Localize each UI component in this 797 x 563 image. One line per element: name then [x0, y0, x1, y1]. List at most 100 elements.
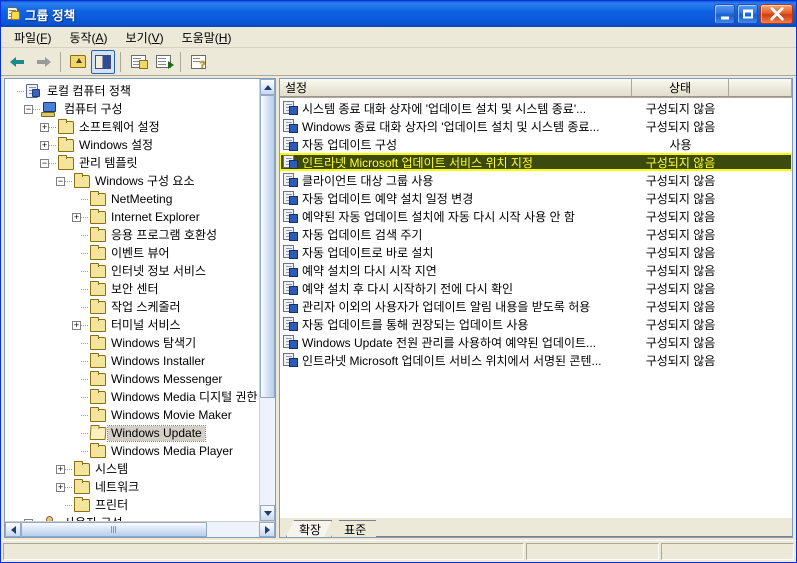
column-header-state[interactable]: 상태: [632, 79, 729, 97]
tree-item[interactable]: Windows Media 디지털 권한: [8, 388, 259, 406]
tree-item[interactable]: + 터미널 서비스: [8, 316, 259, 334]
expand-icon[interactable]: +: [72, 212, 81, 222]
policy-setting-icon: [283, 334, 299, 350]
tree-item[interactable]: Windows 탐색기: [8, 334, 259, 352]
tree-vertical-scrollbar[interactable]: [259, 79, 275, 521]
scroll-down-button[interactable]: [260, 505, 275, 521]
tree-item[interactable]: + 네트워크: [8, 478, 259, 496]
table-row[interactable]: 자동 업데이트를 통해 권장되는 업데이트 사용 구성되지 않음: [280, 315, 792, 333]
tree-item[interactable]: − 컴퓨터 구성: [8, 100, 259, 118]
table-row-selected[interactable]: 인트라넷 Microsoft 업데이트 서비스 위치 지정 구성되지 않음: [280, 153, 792, 171]
tree-item[interactable]: 응용 프로그램 호환성: [8, 226, 259, 244]
show-hide-tree-button[interactable]: [91, 49, 115, 74]
tree-item[interactable]: 프린터: [8, 496, 259, 514]
tree-item[interactable]: + Internet Explorer: [8, 208, 259, 226]
tree-item[interactable]: 인터넷 정보 서비스: [8, 262, 259, 280]
table-row[interactable]: 클라이언트 대상 그룹 사용 구성되지 않음: [280, 171, 792, 189]
setting-name-label: 예약 설치 후 다시 시작하기 전에 다시 확인: [302, 281, 514, 296]
table-row[interactable]: 예약 설치의 다시 시작 지연 구성되지 않음: [280, 261, 792, 279]
scroll-right-button[interactable]: [259, 522, 275, 537]
tree-item[interactable]: − 사용자 구성: [8, 514, 259, 521]
tree-hscroll-thumb[interactable]: [21, 522, 207, 537]
tree-scroll-track[interactable]: [260, 95, 275, 505]
policy-setting-icon: [283, 208, 299, 224]
table-row[interactable]: 자동 업데이트 예약 설치 일정 변경 구성되지 않음: [280, 189, 792, 207]
expand-icon[interactable]: +: [56, 482, 65, 492]
help-button[interactable]: [186, 50, 210, 74]
folder-icon: [58, 154, 74, 170]
tree-item[interactable]: − 관리 템플릿: [8, 154, 259, 172]
close-button[interactable]: [760, 4, 793, 24]
table-row[interactable]: 인트라넷 Microsoft 업데이트 서비스 위치에서 서명된 콘텐... 구성…: [280, 351, 792, 369]
menu-action[interactable]: 동작(A): [60, 27, 116, 48]
scroll-up-button[interactable]: [260, 79, 275, 95]
table-row[interactable]: 시스템 종료 대화 상자에 '업데이트 설치 및 시스템 종료'... 구성되지 …: [280, 99, 792, 117]
collapse-icon[interactable]: −: [24, 104, 33, 114]
table-row[interactable]: Windows Update 전원 관리를 사용하여 예약된 업데이트... 구성…: [280, 333, 792, 351]
minimize-button[interactable]: [714, 4, 735, 24]
export-list-button[interactable]: [151, 50, 175, 74]
tree-item[interactable]: 작업 스케줄러: [8, 298, 259, 316]
table-row[interactable]: 예약된 자동 업데이트 설치에 자동 다시 시작 사용 안 함 구성되지 않음: [280, 207, 792, 225]
tree-item[interactable]: 이벤트 뷰어: [8, 244, 259, 262]
menu-help[interactable]: 도움말(H): [173, 27, 241, 48]
expand-icon[interactable]: +: [56, 464, 65, 474]
table-row[interactable]: 자동 업데이트 검색 주기 구성되지 않음: [280, 225, 792, 243]
table-row[interactable]: 관리자 이외의 사용자가 업데이트 알림 내용을 받도록 허용 구성되지 않음: [280, 297, 792, 315]
forward-button[interactable]: [31, 50, 55, 74]
collapse-icon[interactable]: −: [40, 158, 49, 168]
collapse-icon[interactable]: −: [56, 176, 65, 186]
table-row[interactable]: 자동 업데이트로 바로 설치 구성되지 않음: [280, 243, 792, 261]
tree-item[interactable]: + Windows 설정: [8, 136, 259, 154]
setting-state-cell: 구성되지 않음: [645, 263, 716, 278]
maximize-button[interactable]: [737, 4, 758, 24]
tree-item-label: 시스템: [95, 461, 129, 476]
folder-icon: [90, 370, 106, 386]
menu-file[interactable]: 파일(F): [5, 27, 60, 48]
tree-connector: [49, 144, 57, 146]
tree-item-label: 소프트웨어 설정: [79, 119, 160, 134]
expand-icon[interactable]: +: [40, 140, 49, 150]
tree-item[interactable]: Windows Messenger: [8, 370, 259, 388]
tree-item[interactable]: 로컬 컴퓨터 정책: [8, 82, 259, 100]
tree-scroll-thumb[interactable]: [260, 95, 275, 399]
collapse-icon[interactable]: −: [24, 518, 33, 521]
setting-name-cell: 관리자 이외의 사용자가 업데이트 알림 내용을 받도록 허용: [280, 298, 632, 315]
content-area: 로컬 컴퓨터 정책 − 컴퓨터 구성 + 소프트웨어 설정 + Windows 설정 − 관리 …: [1, 76, 796, 540]
tree-item[interactable]: Windows Installer: [8, 352, 259, 370]
expand-icon[interactable]: +: [40, 122, 49, 132]
tree-item[interactable]: + 시스템: [8, 460, 259, 478]
tree-item[interactable]: NetMeeting: [8, 190, 259, 208]
scroll-left-button[interactable]: [5, 522, 21, 537]
table-row[interactable]: Windows 종료 대화 상자의 '업데이트 설치 및 시스템 종료... 구성…: [280, 117, 792, 135]
table-row[interactable]: 자동 업데이트 구성 사용: [280, 135, 792, 153]
tab-extended[interactable]: 확장: [286, 520, 332, 537]
menu-view[interactable]: 보기(V): [117, 27, 173, 48]
tree-item[interactable]: Windows Update: [8, 424, 259, 442]
tree-connector: [81, 342, 89, 344]
back-button[interactable]: [6, 50, 30, 74]
window-title: 그룹 정책: [25, 8, 76, 23]
tree-item[interactable]: Windows Movie Maker: [8, 406, 259, 424]
column-header-setting[interactable]: 설정: [280, 79, 632, 97]
computer-icon: [41, 101, 58, 117]
tab-standard[interactable]: 표준: [331, 520, 377, 537]
tree-hscroll-track[interactable]: [21, 522, 259, 537]
up-one-level-button[interactable]: [66, 50, 90, 74]
tree-horizontal-scrollbar[interactable]: [5, 521, 275, 537]
properties-button[interactable]: [126, 50, 150, 74]
expand-icon[interactable]: +: [72, 320, 81, 330]
tree-item[interactable]: − Windows 구성 요소: [8, 172, 259, 190]
help-icon: [190, 54, 206, 71]
table-row[interactable]: 예약 설치 후 다시 시작하기 전에 다시 확인 구성되지 않음: [280, 279, 792, 297]
tree-item[interactable]: + 소프트웨어 설정: [8, 118, 259, 136]
column-header-extra[interactable]: [729, 79, 792, 97]
menu-bar: 파일(F) 동작(A) 보기(V) 도움말(H): [1, 27, 796, 48]
folder-icon: [58, 118, 74, 134]
tree-item[interactable]: 보안 센터: [8, 280, 259, 298]
tree-item[interactable]: Windows Media Player: [8, 442, 259, 460]
